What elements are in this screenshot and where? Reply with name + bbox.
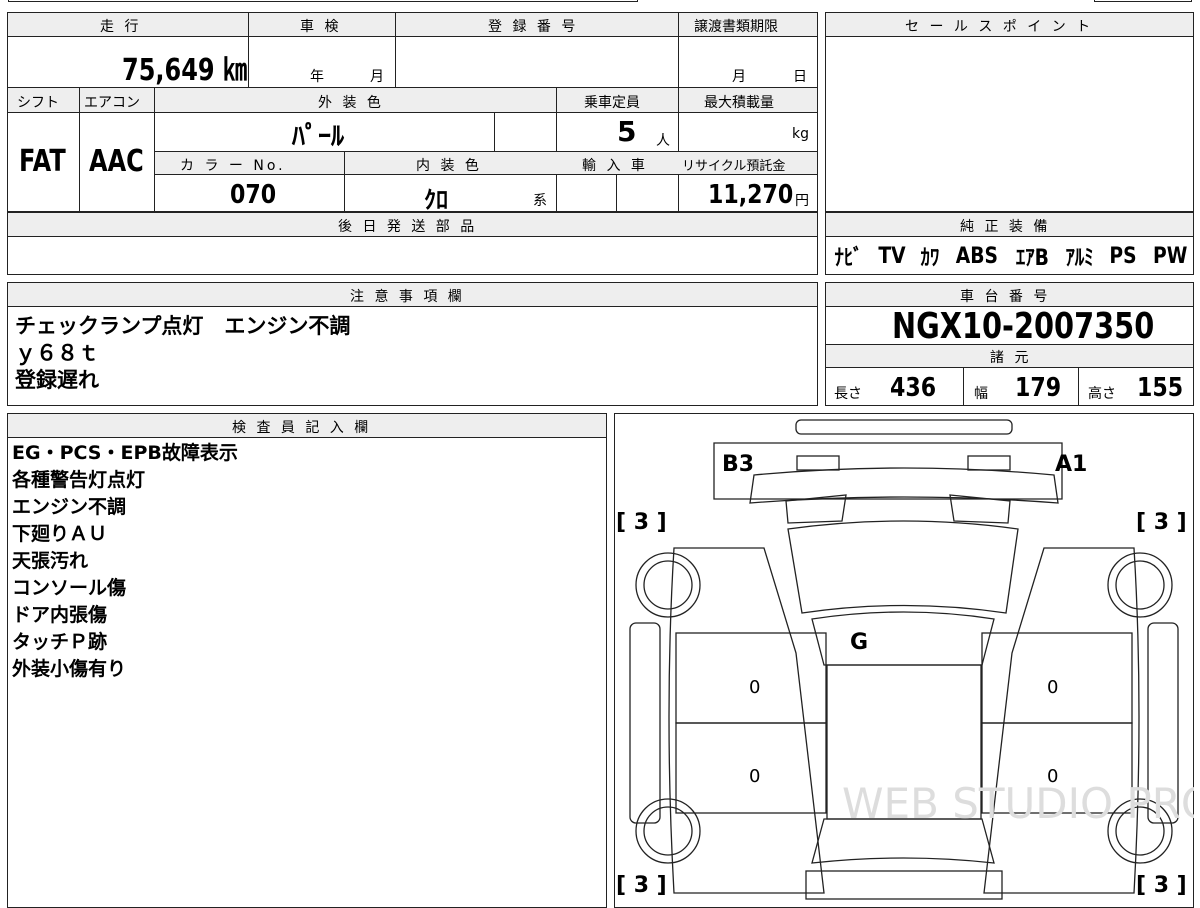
chassis-label: 車 台 番 号 xyxy=(960,289,1051,305)
wheel-rear-left xyxy=(635,798,701,864)
shift-label: シフト xyxy=(17,95,59,111)
headlight-left xyxy=(796,455,840,471)
note-line-1: チェックランプ点灯 エンジン不調 xyxy=(15,314,351,338)
mirror-left xyxy=(629,622,661,824)
mileage-label: 走 行 xyxy=(100,19,142,35)
height-value: 155 xyxy=(1137,373,1184,403)
maxload-unit: kg xyxy=(792,126,809,142)
capacity-value: 5 xyxy=(617,115,637,148)
inspector-note-line: タッチＰ跡 xyxy=(12,631,108,653)
capacity-unit: 人 xyxy=(656,133,670,149)
inspector-note-line: 天張汚れ xyxy=(12,550,89,572)
mileage-value: 75,649 ㎞ xyxy=(122,53,247,88)
top-strip-right xyxy=(1094,0,1192,2)
transfer-label: 譲渡書類期限 xyxy=(694,19,778,35)
exterior-value: ﾊﾟｰﾙ xyxy=(292,122,345,152)
specs-label: 諸 元 xyxy=(990,350,1032,366)
inspector-note-line: エンジン不調 xyxy=(12,496,127,518)
tire-rl: [ 3 ] xyxy=(616,873,667,898)
shaken-month: 月 xyxy=(370,69,384,85)
transfer-month: 月 xyxy=(732,69,746,85)
equipment-item: ﾅﾋﾞ xyxy=(834,246,863,271)
note-line-2: ｙ６８ｔ xyxy=(15,341,99,365)
notes-label: 注 意 事 項 欄 xyxy=(350,289,465,305)
mark-a1: A1 xyxy=(1055,452,1088,477)
length-label: 長さ xyxy=(834,386,862,402)
mark-b3: B3 xyxy=(722,452,755,477)
inspector-note-line: コンソール傷 xyxy=(12,577,127,599)
transfer-day: 日 xyxy=(793,69,807,85)
equipment-item: ｱﾙﾐ xyxy=(1065,246,1094,271)
inspector-notes: EG・PCS・EPB故障表示 各種警告灯点灯 エンジン不調 下廻りＡＵ 天張汚れコンソー… xyxy=(12,440,238,683)
length-value: 436 xyxy=(890,373,937,403)
hood xyxy=(787,520,1019,614)
interior-label: 内 装 色 xyxy=(416,158,482,174)
exterior-label: 外 装 色 xyxy=(318,95,384,111)
note-line-3: 登録遅れ xyxy=(15,368,99,392)
tire-rr: [ 3 ] xyxy=(1136,873,1187,898)
height-label: 高さ xyxy=(1088,386,1116,402)
equipment-item: TV xyxy=(878,243,906,269)
watermark: WEB STUDIO PRO xyxy=(842,779,1194,828)
inspector-note-line: ドア内張傷 xyxy=(12,604,108,626)
equipment-item: ABS xyxy=(955,243,999,269)
recycle-unit: 円 xyxy=(795,193,809,209)
shaken-year: 年 xyxy=(310,69,324,85)
body-left xyxy=(668,547,825,894)
capacity-label: 乗車定員 xyxy=(584,95,640,111)
interior-value: ｸﾛ xyxy=(424,186,448,214)
mark-g: G xyxy=(850,630,869,655)
door-rr-value: 0 xyxy=(1047,766,1059,787)
sales-point-box xyxy=(825,12,1194,212)
inspector-note-line: 下廻りＡＵ xyxy=(12,523,108,545)
chassis-number: NGX10-2007350 xyxy=(892,306,1155,347)
color-no-label: カ ラ ー No. xyxy=(180,158,286,174)
import-label: 輸 入 車 xyxy=(582,158,648,174)
tire-fr: [ 3 ] xyxy=(1136,510,1187,535)
equipment-item: ｴｱB xyxy=(1015,246,1049,271)
maxload-label: 最大積載量 xyxy=(704,95,774,111)
wheel-rear-left-inner xyxy=(643,806,693,856)
top-strip xyxy=(8,0,638,2)
wheel-front-left-inner xyxy=(643,560,693,610)
wheel-front-right xyxy=(1107,552,1173,618)
equipment-item: PW xyxy=(1152,243,1187,269)
ac-value: AAC xyxy=(89,144,144,179)
shift-value: FAT xyxy=(19,144,66,179)
inspector-note-line: 外装小傷有り xyxy=(12,658,127,680)
tire-fl: [ 3 ] xyxy=(616,510,667,535)
door-rl-value: 0 xyxy=(749,766,761,787)
inspector-note-line: 各種警告灯点灯 xyxy=(12,469,146,491)
genuine-equipment-list: ﾅﾋﾞ TV ｶﾜ ABS ｴｱB ｱﾙﾐ PS PW xyxy=(832,240,1190,272)
wheel-front-right-inner xyxy=(1115,560,1165,610)
recycle-value: 11,270 xyxy=(708,180,794,210)
inspector-note-line: EG・PCS・EPB故障表示 xyxy=(12,442,238,464)
equipment-item: PS xyxy=(1109,243,1137,269)
door-fl-value: 0 xyxy=(749,677,761,698)
genuine-equipment-label: 純 正 装 備 xyxy=(960,219,1051,235)
car-diagram: WEB STUDIO PRO xyxy=(629,419,1194,900)
hood-outline xyxy=(749,467,1059,504)
roof-spoiler xyxy=(795,419,1013,435)
headlight-right xyxy=(967,455,1011,471)
sales-point-label: セ ー ル ス ポ イ ン ト xyxy=(905,19,1094,35)
color-no-value: 070 xyxy=(230,180,277,210)
ac-label: エアコン xyxy=(84,95,140,111)
shaken-label: 車 検 xyxy=(300,19,342,35)
recycle-label: リサイクル預託金 xyxy=(682,159,786,174)
registration-label: 登 録 番 号 xyxy=(488,19,579,35)
later-parts-label: 後 日 発 送 部 品 xyxy=(338,219,478,235)
inspector-label: 検 査 員 記 入 欄 xyxy=(232,420,372,436)
width-label: 幅 xyxy=(974,386,988,402)
width-value: 179 xyxy=(1015,373,1062,403)
interior-unit: 系 xyxy=(533,193,547,209)
door-fr-value: 0 xyxy=(1047,677,1059,698)
rear-bumper xyxy=(805,870,1003,900)
wheel-front-left xyxy=(635,552,701,618)
equipment-item: ｶﾜ xyxy=(920,246,940,271)
windshield xyxy=(811,611,995,666)
